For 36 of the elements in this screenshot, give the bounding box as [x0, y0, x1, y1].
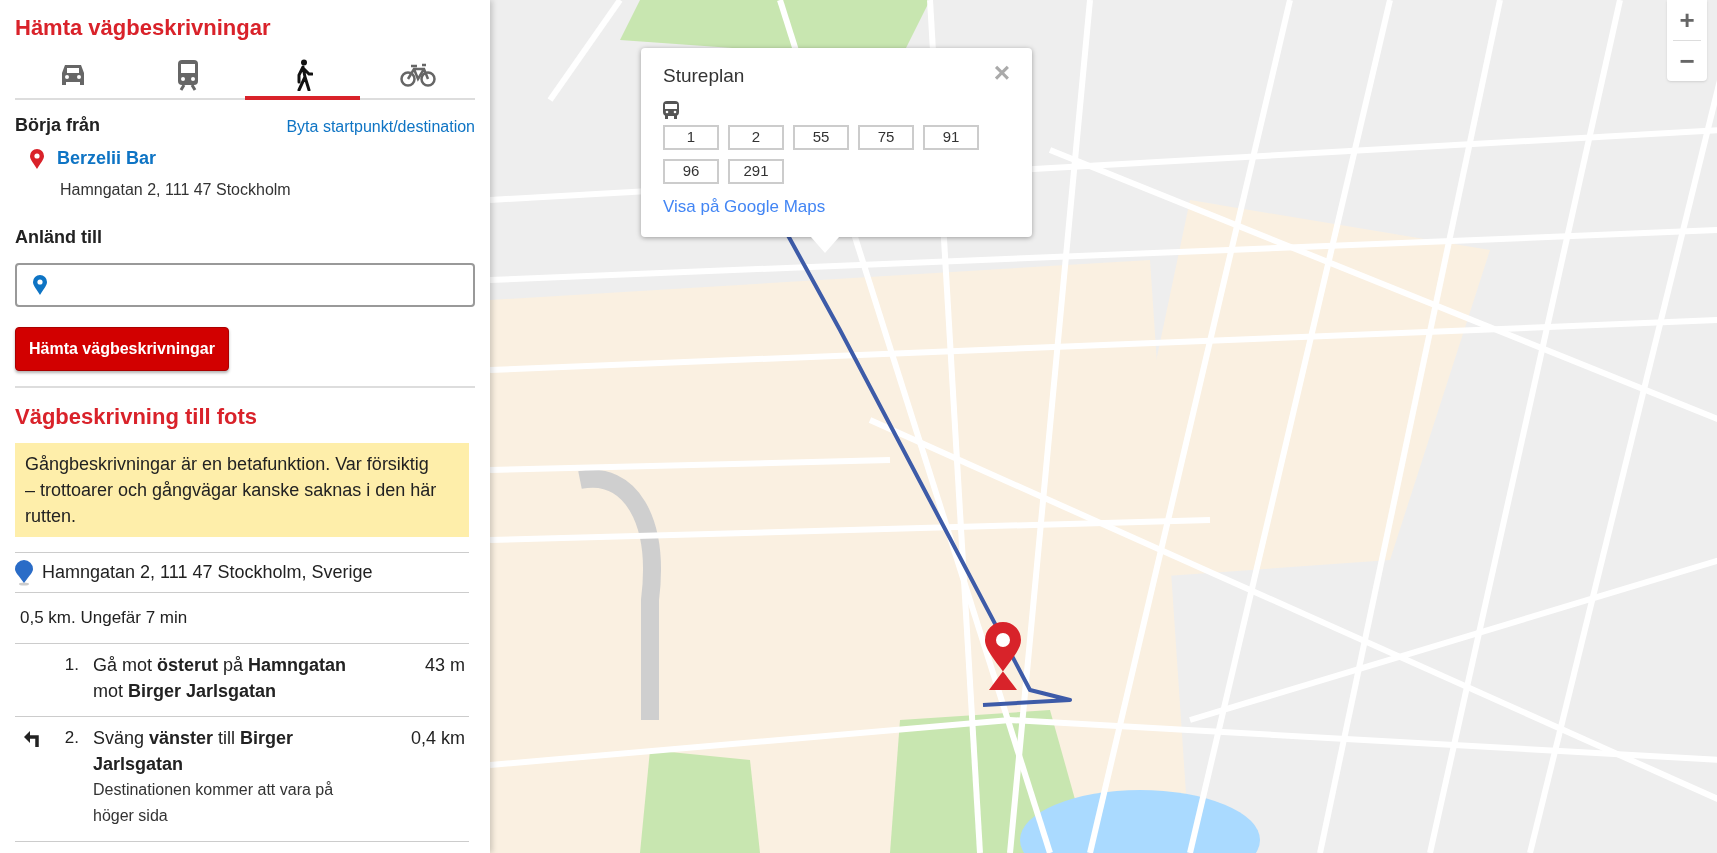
bus-line-number: 1 — [663, 124, 719, 150]
bus-line-number: 91 — [923, 124, 979, 150]
step-instruction: Sväng vänster till Birger Jarlsgatan — [93, 726, 295, 776]
step-note: Destinationen kommer att vara på höger sida — [93, 779, 335, 826]
bicycle-icon — [399, 62, 436, 88]
step-instruction: Gå mot österut på Hamngatan mot Birger Jarlsgatan — [93, 653, 348, 703]
start-place-link[interactable]: Berzelii Bar — [57, 145, 157, 172]
start-label: Börja från — [15, 114, 101, 137]
train-icon — [176, 59, 199, 91]
panel-title: Hämta vägbeskrivningar — [15, 14, 272, 42]
bus-line-number: 291 — [728, 158, 784, 184]
popup-title: Stureplan — [663, 64, 745, 88]
zoom-in-button[interactable]: + — [1667, 0, 1707, 40]
get-directions-button[interactable]: Hämta vägbeskrivningar — [15, 327, 229, 371]
location-pin-icon — [30, 148, 44, 169]
beta-warning: Gångbeskrivningar är en betafunktion. Var försiktig – trottoarer och gångvägar kanske saknas i den här rutten. — [15, 443, 469, 537]
destination-input[interactable] — [15, 263, 475, 307]
step-number: 2. — [63, 726, 80, 749]
google-maps-link[interactable]: Visa på Google Maps — [663, 193, 826, 219]
origin-address: Hamngatan 2, 111 47 Stockholm, Sverige — [42, 561, 373, 584]
bus-line-number: 55 — [793, 124, 849, 150]
step-distance: 0,4 km — [409, 726, 466, 750]
swap-link[interactable]: Byta startpunkt/destination — [286, 115, 475, 139]
bus-icon — [663, 100, 679, 119]
location-pin-icon — [33, 275, 47, 295]
route-summary: 0,5 km. Ungefär 7 min — [20, 608, 188, 627]
bus-line-number: 75 — [858, 124, 914, 150]
directions-heading: Vägbeskrivning till fots — [15, 403, 259, 431]
bus-line-number: 96 — [663, 158, 719, 184]
destination-label: Anländ till — [15, 226, 103, 249]
location-pin-icon — [15, 559, 33, 586]
step-number: 1. — [63, 653, 80, 676]
step-distance: 43 m — [423, 653, 466, 677]
start-address: Hamngatan 2, 111 47 Stockholm — [60, 180, 292, 200]
zoom-out-button[interactable]: − — [1667, 41, 1707, 81]
bus-line-number: 2 — [728, 124, 784, 150]
